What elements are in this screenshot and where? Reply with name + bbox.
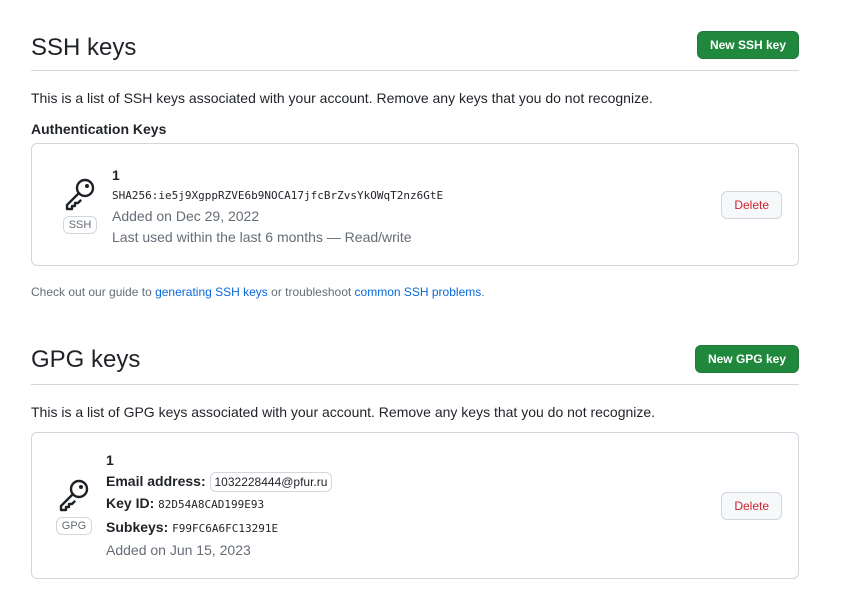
ssh-section-header: SSH keys New SSH key (31, 30, 799, 71)
gpg-keyid-value: 82D54A8CAD199E93 (158, 498, 265, 511)
ssh-help-note: Check out our guide to generating SSH ke… (31, 285, 485, 299)
ssh-keys-title: SSH keys (31, 34, 137, 61)
authentication-keys-heading: Authentication Keys (31, 121, 167, 137)
new-gpg-key-button[interactable]: New GPG key (694, 345, 799, 373)
gpg-intro-text: This is a list of GPG keys associated wi… (31, 404, 656, 420)
ssh-key-icon-group: SSH (60, 176, 100, 234)
new-ssh-key-button[interactable]: New SSH key (696, 31, 799, 59)
gpg-subkeys-row: Subkeys: F99FC6A6FC13291E (106, 516, 332, 540)
gpg-subkeys-label: Subkeys: (106, 519, 169, 535)
gpg-key-item: GPG 1 Email address: 1032228444@pfur.ru … (31, 432, 799, 579)
key-icon (59, 479, 89, 512)
ssh-key-details: 1 SHA256:ie5j9XgppRZVE6b9NOCA17jfcBrZvsY… (112, 165, 443, 248)
gpg-email-value: 1032228444@pfur.ru (209, 472, 333, 492)
gpg-email-label: Email address: (106, 473, 206, 489)
gpg-subkeys-value: F99FC6A6FC13291E (172, 522, 279, 535)
gpg-section-header: GPG keys New GPG key (31, 344, 799, 385)
generating-ssh-keys-link[interactable]: generating SSH keys (155, 285, 268, 299)
gpg-keys-title: GPG keys (31, 346, 141, 373)
gpg-keyid-row: Key ID: 82D54A8CAD199E93 (106, 492, 332, 516)
common-ssh-problems-link[interactable]: common SSH problems (355, 285, 482, 299)
gpg-key-icon-group: GPG (54, 477, 94, 535)
ssh-key-last-used: Last used within the last 6 months — Rea… (112, 229, 412, 245)
delete-gpg-key-button[interactable]: Delete (721, 492, 782, 520)
gpg-keyid-label: Key ID: (106, 495, 155, 511)
key-icon (65, 178, 95, 211)
ssh-key-title: 1 (112, 167, 120, 183)
ssh-note-prefix: Check out our guide to (31, 285, 156, 299)
ssh-type-label: SSH (62, 216, 98, 234)
gpg-key-title: 1 (106, 452, 114, 468)
ssh-note-middle: or troubleshoot (267, 285, 355, 299)
gpg-email-row: Email address: 1032228444@pfur.ru (106, 470, 333, 492)
ssh-key-fingerprint: SHA256:ie5j9XgppRZVE6b9NOCA17jfcBrZvsYkO… (112, 189, 444, 202)
ssh-intro-text: This is a list of SSH keys associated wi… (31, 90, 653, 106)
ssh-note-suffix: . (481, 285, 485, 299)
ssh-key-item: SSH 1 SHA256:ie5j9XgppRZVE6b9NOCA17jfcBr… (31, 143, 799, 266)
gpg-key-added-date: Added on Jun 15, 2023 (106, 542, 251, 558)
delete-ssh-key-button[interactable]: Delete (721, 191, 782, 219)
gpg-key-details: 1 Email address: 1032228444@pfur.ru Key … (106, 450, 333, 561)
gpg-type-label: GPG (55, 517, 93, 535)
ssh-key-added-date: Added on Dec 29, 2022 (112, 208, 260, 224)
